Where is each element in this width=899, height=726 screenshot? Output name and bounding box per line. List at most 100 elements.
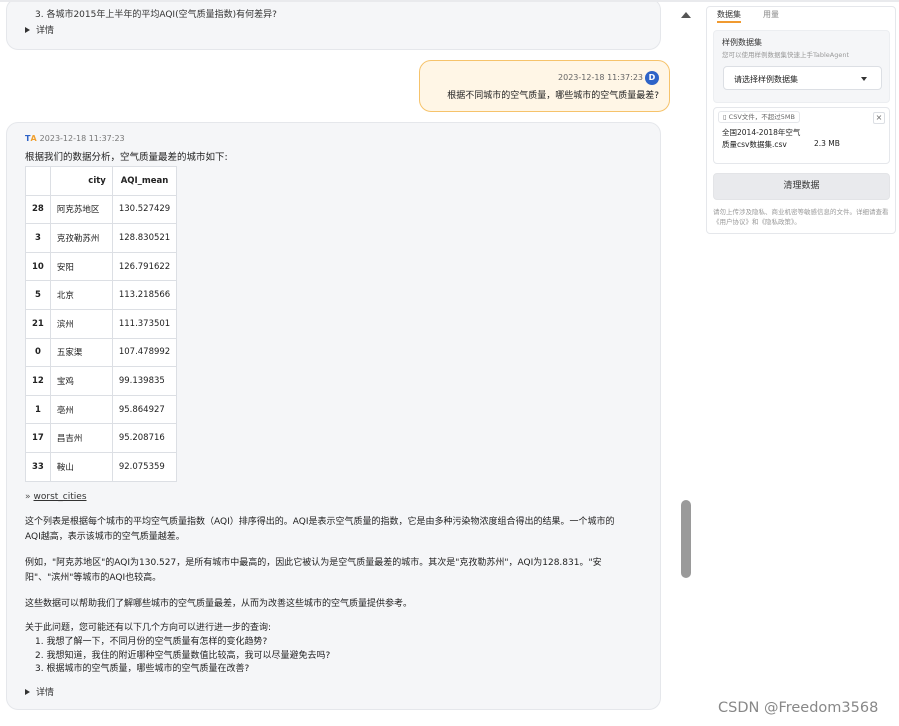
row-city: 宝鸡 — [49, 366, 113, 396]
file-chip-label: CSV文件，不超过5MB — [728, 113, 795, 121]
table-row: 21 滨州 111.373501 — [25, 308, 178, 339]
paragraph-2-line-1: 例如，"阿克苏地区"的AQI为130.527，是所有城市中最高的，因此它被认为是… — [25, 558, 602, 568]
dropdown-arrow-icon — [861, 77, 867, 81]
row-index: 33 — [25, 451, 51, 482]
table-row: 3 克孜勒苏州 128.830521 — [25, 223, 178, 253]
row-aqi: 126.791622 — [111, 251, 178, 282]
bot-intro-text: 根据我们的数据分析，空气质量最差的城市如下: — [25, 152, 228, 163]
details-label: 详情 — [36, 26, 55, 36]
row-city: 昌吉州 — [49, 423, 113, 453]
table-row: 12 宝鸡 99.139835 — [25, 366, 178, 396]
row-index: 0 — [25, 337, 51, 368]
row-city: 北京 — [49, 280, 113, 310]
right-panel: 数据集 用量 样例数据集 您可以使用样例数据集快速上手TableAgent 请选… — [706, 6, 896, 234]
paragraph-1-line-1: 这个列表是根据每个城市的平均空气质量指数（AQI）排序得出的。AQI是表示空气质… — [25, 517, 615, 527]
row-aqi: 130.527429 — [111, 194, 178, 225]
explanation-paragraph-2: 例如，"阿克苏地区"的AQI为130.527，是所有城市中最高的，因此它被认为是… — [25, 556, 602, 586]
row-city: 阿克苏地区 — [49, 194, 113, 225]
user-avatar: D — [645, 71, 659, 85]
row-index: 21 — [25, 308, 51, 339]
uploaded-file-card: ▯ CSV文件，不超过5MB × 全国2014-2018年空气质量csv数据集.… — [713, 107, 890, 164]
worst-cities-link[interactable]: worst_cities — [34, 492, 87, 502]
watermark: CSDN @Freedom3568 — [718, 700, 879, 716]
clear-data-button[interactable]: 清理数据 — [713, 173, 890, 200]
row-aqi: 111.373501 — [111, 308, 178, 339]
row-city: 安阳 — [49, 251, 113, 282]
bot-message-timestamp: 2023-12-18 11:37:23 — [39, 134, 125, 143]
user-message-text: 根据不同城市的空气质量，哪些城市的空气质量最差? — [447, 91, 659, 101]
explanation-paragraph-1: 这个列表是根据每个城市的平均空气质量指数（AQI）排序得出的。AQI是表示空气质… — [25, 515, 614, 545]
row-aqi: 128.830521 — [111, 223, 178, 253]
table-row: 0 五家渠 107.478992 — [25, 337, 178, 368]
user-message: 2023-12-18 11:37:23 D 根据不同城市的空气质量，哪些城市的空… — [419, 60, 670, 112]
file-size: 2.3 MB — [814, 139, 840, 148]
paragraph-2-line-2: 阳"、"滨州"等城市的AQI也较高。 — [25, 573, 162, 583]
followup-question[interactable]: 3. 根据城市的空气质量，哪些城市的空气质量在改善? — [35, 663, 330, 677]
table-header-aqi-mean: AQI_mean — [111, 166, 178, 196]
scroll-up-icon[interactable] — [681, 12, 691, 18]
followup-question[interactable]: 1. 我想了解一下，不同月份的空气质量有怎样的变化趋势? — [35, 636, 330, 650]
tab-usage[interactable]: 用量 — [763, 9, 779, 20]
row-index: 17 — [25, 423, 51, 453]
details-label: 详情 — [36, 688, 55, 698]
followup-question[interactable]: 2. 我想知道，我住的附近哪种空气质量数值比较高，我可以尽量避免去吗? — [35, 650, 330, 664]
row-aqi: 95.208716 — [111, 423, 178, 453]
user-message-timestamp: 2023-12-18 11:37:23 — [558, 73, 643, 82]
file-type-chip: ▯ CSV文件，不超过5MB — [718, 111, 800, 123]
play-triangle-icon — [25, 27, 30, 33]
select-value: 请选择样例数据集 — [734, 75, 798, 84]
followup-list: 1. 我想了解一下，不同月份的空气质量有怎样的变化趋势? 2. 我想知道，我住的… — [35, 636, 330, 677]
table-row: 1 亳州 95.864927 — [25, 394, 178, 425]
bot-message-header: TA 2023-12-18 11:37:23 — [25, 134, 125, 143]
row-index: 28 — [25, 194, 51, 225]
result-table: city AQI_mean 28 阿克苏地区 130.527429 3 克孜勒苏州 12… — [25, 166, 178, 482]
row-aqi: 107.478992 — [111, 337, 178, 368]
table-row: 17 昌吉州 95.208716 — [25, 423, 178, 453]
table-header-index — [25, 166, 51, 196]
file-name: 全国2014-2018年空气质量csv数据集.csv — [722, 128, 801, 149]
row-city: 克孜勒苏州 — [49, 223, 113, 253]
logo-text-right: A — [30, 134, 37, 143]
table-row: 33 鞍山 92.075359 — [25, 451, 178, 482]
table-row: 10 安阳 126.791622 — [25, 251, 178, 282]
table-header-city: city — [49, 166, 113, 196]
row-aqi: 113.218566 — [111, 280, 178, 310]
table-row: 5 北京 113.218566 — [25, 280, 178, 310]
table-header-row: city AQI_mean — [25, 166, 178, 196]
dataset-link-row: » worst_cities — [25, 492, 87, 502]
privacy-note: 请勿上传涉及隐私、商业机密等敏感信息的文件。详细请查看《用户协议》和《隐私政策》… — [713, 208, 889, 226]
prev-bot-message: 3. 各城市2015年上半年的平均AQI(空气质量指数)有何差异? 详情 — [6, 2, 661, 50]
row-aqi: 99.139835 — [111, 366, 178, 396]
chat-area: 3. 各城市2015年上半年的平均AQI(空气质量指数)有何差异? 详情 202… — [0, 2, 672, 726]
panel-tabs: 数据集 用量 — [707, 7, 895, 23]
row-city: 鞍山 — [49, 451, 113, 482]
bot-message: TA 2023-12-18 11:37:23 根据我们的数据分析，空气质量最差的城… — [6, 122, 661, 710]
tab-dataset[interactable]: 数据集 — [717, 9, 741, 23]
sample-dataset-title: 样例数据集 — [722, 38, 762, 47]
row-aqi: 95.864927 — [111, 394, 178, 425]
row-city: 滨州 — [49, 308, 113, 339]
sample-dataset-hint: 您可以使用样例数据集快速上手TableAgent — [722, 51, 850, 59]
prev-followup-question-3[interactable]: 3. 各城市2015年上半年的平均AQI(空气质量指数)有何差异? — [35, 7, 277, 20]
row-index: 3 — [25, 223, 51, 253]
play-triangle-icon — [25, 689, 30, 695]
row-city: 亳州 — [49, 394, 113, 425]
row-aqi: 92.075359 — [111, 451, 178, 482]
sample-dataset-section: 样例数据集 您可以使用样例数据集快速上手TableAgent 请选择样例数据集 — [713, 30, 890, 103]
details-toggle[interactable]: 详情 — [25, 685, 54, 698]
table-row: 28 阿克苏地区 130.527429 — [25, 194, 178, 225]
close-icon[interactable]: × — [873, 112, 885, 124]
row-index: 10 — [25, 251, 51, 282]
chat-scrollbar-thumb[interactable] — [681, 500, 691, 578]
sample-dataset-select[interactable]: 请选择样例数据集 — [723, 66, 882, 90]
details-toggle[interactable]: 详情 — [25, 23, 54, 36]
row-index: 12 — [25, 366, 51, 396]
row-index: 5 — [25, 280, 51, 310]
link-bullet: » — [25, 492, 31, 502]
followup-intro: 关于此问题，您可能还有以下几个方向可以进行进一步的查询: — [25, 623, 272, 633]
tableagent-logo-icon: TA — [25, 134, 37, 143]
row-index: 1 — [25, 394, 51, 425]
paragraph-1-line-2: AQI越高，表示该城市的空气质量越差。 — [25, 532, 185, 542]
explanation-paragraph-3: 这些数据可以帮助我们了解哪些城市的空气质量最差，从而为改善这些城市的空气质量提供… — [25, 599, 413, 609]
row-city: 五家渠 — [49, 337, 113, 368]
